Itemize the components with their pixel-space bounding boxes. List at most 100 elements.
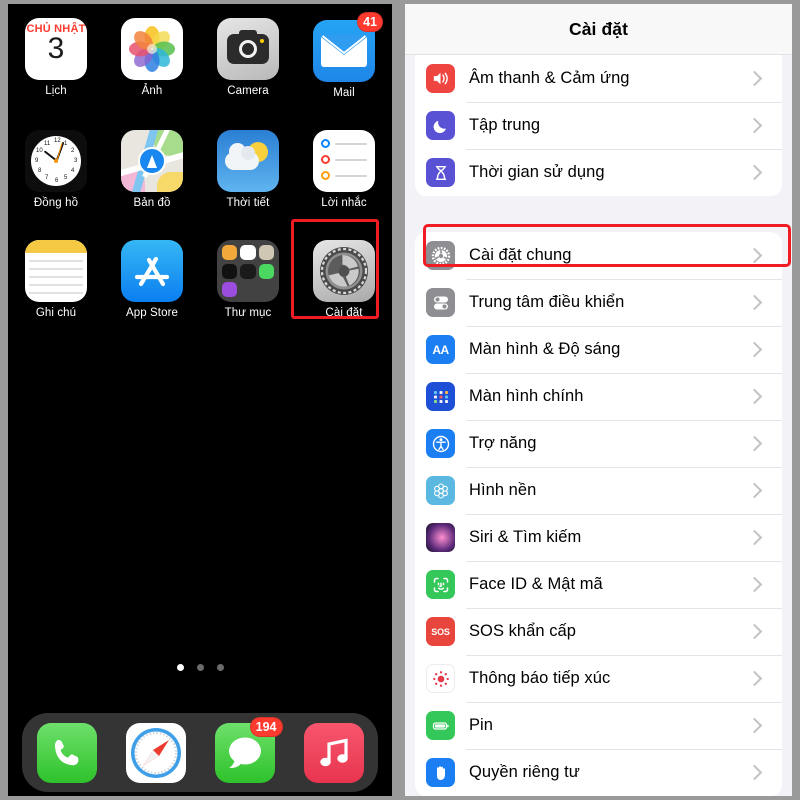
chat-bubble-icon <box>228 737 261 768</box>
settings-row-exposure[interactable]: Thông báo tiếp xúc <box>415 655 782 702</box>
reminder-line <box>321 155 367 165</box>
maps-navigation-badge <box>138 147 166 176</box>
settings-row-battery[interactable]: Pin <box>415 702 782 749</box>
folder-icon[interactable] <box>217 240 279 303</box>
settings-row-label: Quyền riêng tư <box>469 763 580 781</box>
app-label: Bản đồ <box>133 197 171 210</box>
app-label: Thư mục <box>224 307 272 320</box>
exposure-notification-icon <box>426 664 455 693</box>
music-note-icon[interactable] <box>303 722 364 783</box>
chevron-right-icon <box>746 70 763 87</box>
settings-row-privacy[interactable]: Quyền riêng tư <box>415 749 782 796</box>
app-reminders[interactable]: Lời nhắc <box>296 130 392 218</box>
app-row: Ghi chú App Store Thư mục Cài đặt <box>8 240 392 328</box>
folder-mini-health <box>240 245 256 261</box>
app-store-a-icon <box>134 257 170 287</box>
photos-icon[interactable] <box>121 18 183 80</box>
page-title: Cài đặt <box>568 18 629 39</box>
chevron-right-icon <box>746 764 763 781</box>
chevron-right-icon <box>746 717 763 734</box>
app-app-store[interactable]: App Store <box>104 240 200 328</box>
privacy-hand-icon <box>426 758 455 787</box>
settings-row-accessibility[interactable]: Trợ năng <box>415 420 782 467</box>
accessibility-icon <box>426 429 455 458</box>
app-mail[interactable]: 41 Mail <box>296 12 392 108</box>
folder-mini-tv <box>222 263 238 279</box>
settings-row-face-id[interactable]: Face ID & Mật mã <box>415 561 782 608</box>
page-dot[interactable] <box>216 664 224 671</box>
app-settings[interactable]: Cài đặt <box>296 240 392 328</box>
settings-row-label: Pin <box>469 716 493 734</box>
app-row: CHỦ NHẬT 3 Lịch Ảnh Camera 41 Mail <box>8 12 392 108</box>
display-brightness-icon: AA <box>426 335 455 364</box>
settings-row-general[interactable]: Cài đặt chung <box>415 232 782 279</box>
settings-row-sound[interactable]: Âm thanh & Cảm ứng <box>415 55 782 102</box>
settings-row-control-center[interactable]: Trung tâm điều khiển <box>415 279 782 326</box>
calendar-icon[interactable]: CHỦ NHẬT 3 <box>25 18 87 80</box>
app-folder[interactable]: Thư mục <box>200 240 296 328</box>
settings-row-home-screen[interactable]: Màn hình chính <box>415 373 782 420</box>
settings-row-label: Màn hình & Độ sáng <box>469 340 621 358</box>
chevron-right-icon <box>746 435 763 452</box>
app-weather[interactable]: Thời tiết <box>200 130 296 218</box>
phone-handset-icon <box>54 739 78 765</box>
clock-center-pin <box>54 159 58 164</box>
clock-face: 12 1 2 3 4 5 6 7 8 9 10 11 <box>31 136 81 187</box>
settings-row-label: Cài đặt chung <box>469 246 572 264</box>
settings-row-screentime[interactable]: Thời gian sử dụng <box>415 149 782 196</box>
safari-icon <box>130 727 181 778</box>
settings-row-focus[interactable]: Tập trung <box>415 102 782 149</box>
page-indicator-dots[interactable] <box>8 664 392 671</box>
gear-icon <box>320 247 368 296</box>
page-dot-active[interactable] <box>176 664 184 671</box>
settings-row-sos[interactable]: SOS SOS khẩn cấp <box>415 608 782 655</box>
settings-row-wallpaper[interactable]: Hình nền <box>415 467 782 514</box>
app-label: Lời nhắc <box>321 197 367 210</box>
page-dot[interactable] <box>196 664 204 671</box>
settings-row-siri[interactable]: Siri & Tìm kiếm <box>415 514 782 561</box>
app-clock[interactable]: 12 1 2 3 4 5 6 7 8 9 10 11 Đồng hồ <box>8 130 104 218</box>
settings-row-display[interactable]: AA Màn hình & Độ sáng <box>415 326 782 373</box>
app-calendar[interactable]: CHỦ NHẬT 3 Lịch <box>8 18 104 108</box>
dock: 194 <box>22 713 378 792</box>
home-screen-icon <box>426 382 455 411</box>
settings-gear-icon[interactable] <box>313 240 375 303</box>
settings-row-label: Âm thanh & Cảm ứng <box>469 69 630 87</box>
messages-bubble-icon[interactable]: 194 <box>214 716 283 783</box>
settings-row-label: Trung tâm điều khiển <box>469 293 625 311</box>
safari-compass-icon[interactable] <box>125 722 186 783</box>
speaker-icon <box>426 64 455 93</box>
face-id-icon <box>426 570 455 599</box>
camera-icon[interactable] <box>217 18 279 80</box>
clock-icon[interactable]: 12 1 2 3 4 5 6 7 8 9 10 11 <box>25 130 87 193</box>
folder-mini-empty <box>240 282 255 297</box>
navigation-arrow-icon <box>147 154 157 168</box>
ios-settings-screen: Cài đặt Âm thanh & Cảm ứng Tập trung Thờ… <box>405 4 792 796</box>
app-label: Mail <box>333 87 355 99</box>
settings-row-label: Siri & Tìm kiếm <box>469 528 582 546</box>
settings-group-sound: Âm thanh & Cảm ứng Tập trung Thời gian s… <box>415 55 782 196</box>
app-photos[interactable]: Ảnh <box>104 18 200 108</box>
home-screen-app-grid: CHỦ NHẬT 3 Lịch Ảnh Camera 41 Mail 12 1 … <box>8 12 392 329</box>
notes-icon[interactable] <box>25 240 87 303</box>
app-store-icon[interactable] <box>121 240 183 303</box>
chevron-right-icon <box>746 576 763 593</box>
camera-flash-dot <box>260 39 264 43</box>
reminders-icon[interactable] <box>313 130 375 193</box>
screenshot-root: CHỦ NHẬT 3 Lịch Ảnh Camera 41 Mail 12 1 … <box>0 0 800 800</box>
photos-flower-icon <box>129 26 175 72</box>
phone-icon[interactable] <box>36 722 97 783</box>
weather-icon[interactable] <box>217 130 279 193</box>
chevron-right-icon <box>746 117 763 134</box>
chevron-right-icon <box>746 247 763 264</box>
app-notes[interactable]: Ghi chú <box>8 240 104 328</box>
notes-header-band <box>25 240 87 254</box>
app-camera[interactable]: Camera <box>200 18 296 108</box>
cloud-icon <box>225 143 259 171</box>
chevron-right-icon <box>746 388 763 405</box>
app-label: Camera <box>227 85 269 97</box>
maps-icon[interactable] <box>121 130 183 193</box>
app-label: Đồng hồ <box>33 197 79 210</box>
app-maps[interactable]: Bản đồ <box>104 130 200 218</box>
control-center-icon <box>426 288 455 317</box>
